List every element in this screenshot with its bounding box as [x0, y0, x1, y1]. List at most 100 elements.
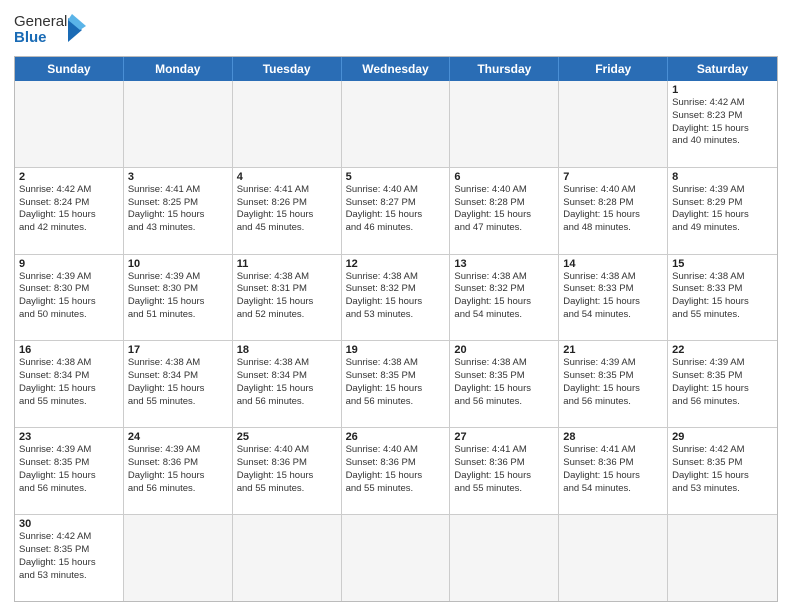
calendar-cell: 12Sunrise: 4:38 AM Sunset: 8:32 PM Dayli… — [342, 255, 451, 341]
day-info: Sunrise: 4:41 AM Sunset: 8:36 PM Dayligh… — [563, 444, 663, 495]
day-number: 20 — [454, 344, 554, 356]
day-number: 17 — [128, 344, 228, 356]
calendar-cell: 23Sunrise: 4:39 AM Sunset: 8:35 PM Dayli… — [15, 428, 124, 514]
day-number: 11 — [237, 258, 337, 270]
generalblue-logo-icon: GeneralBlue — [14, 10, 86, 50]
calendar-week-4: 16Sunrise: 4:38 AM Sunset: 8:34 PM Dayli… — [15, 340, 777, 427]
calendar-cell — [668, 515, 777, 601]
calendar-cell: 1Sunrise: 4:42 AM Sunset: 8:23 PM Daylig… — [668, 81, 777, 167]
calendar-cell: 30Sunrise: 4:42 AM Sunset: 8:35 PM Dayli… — [15, 515, 124, 601]
day-number: 19 — [346, 344, 446, 356]
calendar-cell: 25Sunrise: 4:40 AM Sunset: 8:36 PM Dayli… — [233, 428, 342, 514]
day-number: 10 — [128, 258, 228, 270]
day-info: Sunrise: 4:39 AM Sunset: 8:29 PM Dayligh… — [672, 184, 773, 235]
day-number: 29 — [672, 431, 773, 443]
day-number: 13 — [454, 258, 554, 270]
calendar-cell: 16Sunrise: 4:38 AM Sunset: 8:34 PM Dayli… — [15, 341, 124, 427]
day-info: Sunrise: 4:38 AM Sunset: 8:34 PM Dayligh… — [237, 357, 337, 408]
day-number: 4 — [237, 171, 337, 183]
header-cell-tuesday: Tuesday — [233, 57, 342, 81]
day-number: 28 — [563, 431, 663, 443]
day-info: Sunrise: 4:38 AM Sunset: 8:35 PM Dayligh… — [346, 357, 446, 408]
page: GeneralBlue SundayMondayTuesdayWednesday… — [0, 0, 792, 612]
day-number: 26 — [346, 431, 446, 443]
day-info: Sunrise: 4:38 AM Sunset: 8:33 PM Dayligh… — [563, 271, 663, 322]
day-number: 22 — [672, 344, 773, 356]
calendar-cell: 15Sunrise: 4:38 AM Sunset: 8:33 PM Dayli… — [668, 255, 777, 341]
calendar-cell: 10Sunrise: 4:39 AM Sunset: 8:30 PM Dayli… — [124, 255, 233, 341]
day-info: Sunrise: 4:42 AM Sunset: 8:23 PM Dayligh… — [672, 97, 773, 148]
day-number: 16 — [19, 344, 119, 356]
header-cell-friday: Friday — [559, 57, 668, 81]
calendar-cell — [233, 515, 342, 601]
calendar-week-6: 30Sunrise: 4:42 AM Sunset: 8:35 PM Dayli… — [15, 514, 777, 601]
calendar-cell: 20Sunrise: 4:38 AM Sunset: 8:35 PM Dayli… — [450, 341, 559, 427]
day-info: Sunrise: 4:41 AM Sunset: 8:26 PM Dayligh… — [237, 184, 337, 235]
calendar-cell: 13Sunrise: 4:38 AM Sunset: 8:32 PM Dayli… — [450, 255, 559, 341]
day-info: Sunrise: 4:41 AM Sunset: 8:36 PM Dayligh… — [454, 444, 554, 495]
header-cell-saturday: Saturday — [668, 57, 777, 81]
day-number: 25 — [237, 431, 337, 443]
calendar-cell: 19Sunrise: 4:38 AM Sunset: 8:35 PM Dayli… — [342, 341, 451, 427]
calendar-cell: 8Sunrise: 4:39 AM Sunset: 8:29 PM Daylig… — [668, 168, 777, 254]
calendar-cell: 6Sunrise: 4:40 AM Sunset: 8:28 PM Daylig… — [450, 168, 559, 254]
day-number: 21 — [563, 344, 663, 356]
day-number: 27 — [454, 431, 554, 443]
calendar-cell — [342, 81, 451, 167]
day-number: 6 — [454, 171, 554, 183]
day-number: 18 — [237, 344, 337, 356]
day-info: Sunrise: 4:42 AM Sunset: 8:35 PM Dayligh… — [672, 444, 773, 495]
calendar: SundayMondayTuesdayWednesdayThursdayFrid… — [14, 56, 778, 602]
day-info: Sunrise: 4:42 AM Sunset: 8:24 PM Dayligh… — [19, 184, 119, 235]
calendar-cell: 14Sunrise: 4:38 AM Sunset: 8:33 PM Dayli… — [559, 255, 668, 341]
day-info: Sunrise: 4:38 AM Sunset: 8:34 PM Dayligh… — [19, 357, 119, 408]
day-number: 24 — [128, 431, 228, 443]
calendar-cell — [124, 515, 233, 601]
header-cell-sunday: Sunday — [15, 57, 124, 81]
svg-text:General: General — [14, 13, 67, 30]
day-info: Sunrise: 4:39 AM Sunset: 8:35 PM Dayligh… — [19, 444, 119, 495]
calendar-cell: 17Sunrise: 4:38 AM Sunset: 8:34 PM Dayli… — [124, 341, 233, 427]
day-info: Sunrise: 4:41 AM Sunset: 8:25 PM Dayligh… — [128, 184, 228, 235]
calendar-cell: 11Sunrise: 4:38 AM Sunset: 8:31 PM Dayli… — [233, 255, 342, 341]
day-info: Sunrise: 4:40 AM Sunset: 8:36 PM Dayligh… — [346, 444, 446, 495]
calendar-cell — [450, 81, 559, 167]
day-number: 7 — [563, 171, 663, 183]
day-info: Sunrise: 4:40 AM Sunset: 8:28 PM Dayligh… — [563, 184, 663, 235]
calendar-cell: 27Sunrise: 4:41 AM Sunset: 8:36 PM Dayli… — [450, 428, 559, 514]
day-info: Sunrise: 4:39 AM Sunset: 8:30 PM Dayligh… — [128, 271, 228, 322]
header: GeneralBlue — [14, 10, 778, 50]
calendar-cell: 22Sunrise: 4:39 AM Sunset: 8:35 PM Dayli… — [668, 341, 777, 427]
day-info: Sunrise: 4:40 AM Sunset: 8:28 PM Dayligh… — [454, 184, 554, 235]
day-number: 5 — [346, 171, 446, 183]
calendar-cell: 7Sunrise: 4:40 AM Sunset: 8:28 PM Daylig… — [559, 168, 668, 254]
calendar-cell — [233, 81, 342, 167]
day-info: Sunrise: 4:39 AM Sunset: 8:36 PM Dayligh… — [128, 444, 228, 495]
calendar-cell — [559, 515, 668, 601]
calendar-cell: 3Sunrise: 4:41 AM Sunset: 8:25 PM Daylig… — [124, 168, 233, 254]
calendar-week-5: 23Sunrise: 4:39 AM Sunset: 8:35 PM Dayli… — [15, 427, 777, 514]
day-info: Sunrise: 4:40 AM Sunset: 8:36 PM Dayligh… — [237, 444, 337, 495]
calendar-cell — [342, 515, 451, 601]
svg-text:Blue: Blue — [14, 29, 47, 46]
day-info: Sunrise: 4:39 AM Sunset: 8:35 PM Dayligh… — [672, 357, 773, 408]
header-cell-monday: Monday — [124, 57, 233, 81]
header-cell-thursday: Thursday — [450, 57, 559, 81]
calendar-cell — [15, 81, 124, 167]
day-info: Sunrise: 4:39 AM Sunset: 8:35 PM Dayligh… — [563, 357, 663, 408]
calendar-week-3: 9Sunrise: 4:39 AM Sunset: 8:30 PM Daylig… — [15, 254, 777, 341]
day-number: 8 — [672, 171, 773, 183]
calendar-cell: 2Sunrise: 4:42 AM Sunset: 8:24 PM Daylig… — [15, 168, 124, 254]
calendar-header-row: SundayMondayTuesdayWednesdayThursdayFrid… — [15, 57, 777, 81]
day-info: Sunrise: 4:38 AM Sunset: 8:32 PM Dayligh… — [454, 271, 554, 322]
day-info: Sunrise: 4:42 AM Sunset: 8:35 PM Dayligh… — [19, 531, 119, 582]
calendar-cell: 26Sunrise: 4:40 AM Sunset: 8:36 PM Dayli… — [342, 428, 451, 514]
day-info: Sunrise: 4:40 AM Sunset: 8:27 PM Dayligh… — [346, 184, 446, 235]
day-number: 3 — [128, 171, 228, 183]
day-info: Sunrise: 4:38 AM Sunset: 8:32 PM Dayligh… — [346, 271, 446, 322]
calendar-cell: 5Sunrise: 4:40 AM Sunset: 8:27 PM Daylig… — [342, 168, 451, 254]
calendar-cell — [559, 81, 668, 167]
calendar-cell: 21Sunrise: 4:39 AM Sunset: 8:35 PM Dayli… — [559, 341, 668, 427]
calendar-week-1: 1Sunrise: 4:42 AM Sunset: 8:23 PM Daylig… — [15, 81, 777, 167]
day-info: Sunrise: 4:38 AM Sunset: 8:33 PM Dayligh… — [672, 271, 773, 322]
